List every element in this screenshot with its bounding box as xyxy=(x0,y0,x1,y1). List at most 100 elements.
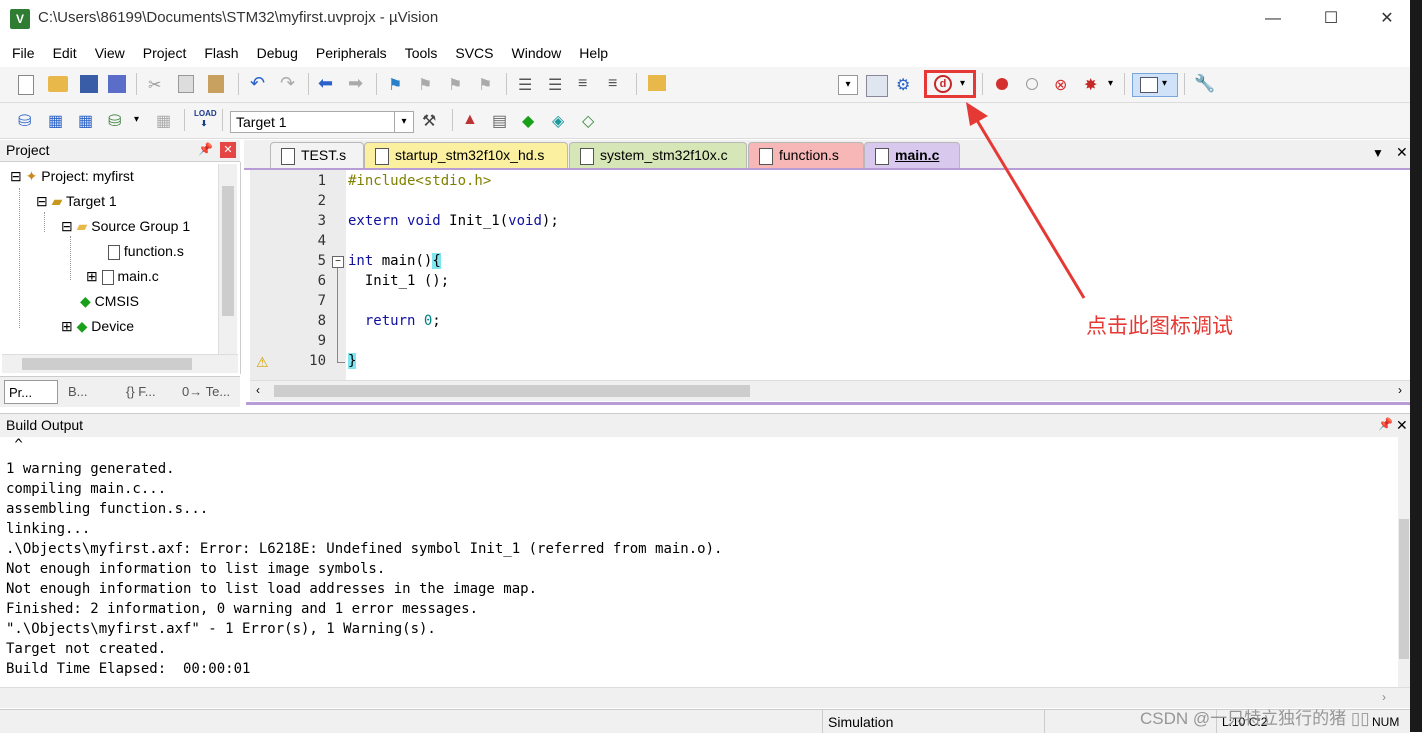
scrollbar-thumb[interactable] xyxy=(1399,519,1409,659)
new-file-icon[interactable] xyxy=(18,75,34,95)
scroll-right-icon[interactable]: › xyxy=(1398,383,1402,397)
tree-item-project[interactable]: ⊟ ✦ Project: myfirst xyxy=(10,168,134,185)
undo-icon[interactable]: ↶ xyxy=(250,73,270,93)
scroll-right-icon[interactable]: › xyxy=(1382,690,1386,704)
tree-horizontal-scrollbar[interactable] xyxy=(2,354,238,373)
nav-back-icon[interactable]: ⬅ xyxy=(318,73,338,93)
editor-tab-function-s[interactable]: function.s xyxy=(748,142,864,168)
menu-edit[interactable]: Edit xyxy=(47,40,83,66)
bookmark-prev-icon[interactable]: ⚑ xyxy=(418,75,438,95)
build-output-close-icon[interactable]: ✕ xyxy=(1396,417,1408,434)
tree-vertical-scrollbar[interactable] xyxy=(218,164,237,354)
comment-icon[interactable]: ≡ xyxy=(578,75,598,95)
pin-icon[interactable]: 📌 xyxy=(198,142,213,156)
save-icon[interactable] xyxy=(80,75,98,93)
menu-peripherals[interactable]: Peripherals xyxy=(310,40,393,66)
window-layout-dropdown-icon[interactable]: ▾ xyxy=(1162,75,1182,95)
batch-build-dropdown-icon[interactable]: ▾ xyxy=(134,111,154,131)
maximize-button[interactable]: ☐ xyxy=(1308,6,1354,32)
cut-icon[interactable]: ✂ xyxy=(148,75,168,95)
menu-file[interactable]: File xyxy=(6,40,41,66)
tree-item-source-group[interactable]: ⊟ ▰ Source Group 1 xyxy=(61,218,190,235)
copy-icon[interactable] xyxy=(178,75,194,93)
tab-books[interactable]: B... xyxy=(64,380,118,404)
fold-collapse-icon[interactable]: − xyxy=(332,256,344,268)
tree-label: CMSIS xyxy=(94,293,140,309)
editor-horizontal-scrollbar[interactable]: ‹ › xyxy=(250,380,1410,401)
wrench-icon[interactable]: 🔧 xyxy=(1194,74,1215,94)
save-all-icon[interactable] xyxy=(108,75,126,93)
menu-svcs[interactable]: SVCS xyxy=(449,40,499,66)
breakpoint-dropdown-arrow-icon[interactable]: ▾ xyxy=(1108,75,1128,95)
manage-rte-icon[interactable]: ◆ xyxy=(522,111,542,131)
build-icon[interactable]: ▦ xyxy=(48,111,68,131)
select-software-packs-icon[interactable]: ▤ xyxy=(492,111,512,131)
minimize-button[interactable]: — xyxy=(1250,6,1296,32)
menu-tools[interactable]: Tools xyxy=(399,40,444,66)
tree-expander[interactable]: ⊟ xyxy=(36,193,48,209)
find-in-files-icon[interactable] xyxy=(648,75,666,91)
batch-build-icon[interactable]: ⛁ xyxy=(108,111,128,131)
tree-item-device[interactable]: ⊞ ◆ Device xyxy=(61,318,134,335)
tab-project[interactable]: Pr... xyxy=(4,380,58,404)
editor-tab-main-c[interactable]: main.c xyxy=(864,142,960,168)
tab-list-dropdown-icon[interactable]: ▼ xyxy=(1372,146,1384,160)
scroll-left-icon[interactable]: ‹ xyxy=(256,383,260,397)
uncomment-icon[interactable]: ≡ xyxy=(608,75,628,95)
scrollbar-thumb[interactable] xyxy=(222,186,234,316)
editor-tab-system[interactable]: system_stm32f10x.c xyxy=(569,142,747,168)
multi-project-icon[interactable]: ◇ xyxy=(582,111,602,131)
editor-close-icon[interactable]: ✕ xyxy=(1396,144,1408,161)
code-line-10: } xyxy=(348,353,357,369)
menu-view[interactable]: View xyxy=(89,40,131,66)
redo-icon[interactable]: ↷ xyxy=(280,73,300,93)
find-dropdown[interactable]: ▾ xyxy=(838,75,858,95)
bookmark-next-icon[interactable]: ⚑ xyxy=(448,75,468,95)
indent-icon[interactable]: ☰ xyxy=(518,75,538,95)
scrollbar-thumb[interactable] xyxy=(274,385,750,397)
incremental-find-icon[interactable] xyxy=(866,75,888,97)
code-line-8: return 0; xyxy=(348,313,441,329)
menu-window[interactable]: Window xyxy=(506,40,568,66)
target-select[interactable]: Target 1 ▾ xyxy=(230,111,414,133)
bookmark-clear-icon[interactable]: ⚑ xyxy=(478,75,498,95)
unindent-icon[interactable]: ☰ xyxy=(548,75,568,95)
tab-functions[interactable]: {} F... xyxy=(122,380,176,404)
options-for-target-icon[interactable]: ⚒ xyxy=(422,111,442,131)
tab-templates[interactable]: 0→ Te... xyxy=(178,380,238,404)
manage-project-items-icon[interactable]: ▲ xyxy=(462,111,482,131)
tree-expander[interactable]: ⊟ xyxy=(61,218,73,234)
insert-breakpoint-icon[interactable] xyxy=(996,78,1008,90)
tree-item-main-c[interactable]: ⊞ main.c xyxy=(86,268,159,285)
open-folder-icon[interactable] xyxy=(48,76,68,92)
download-load-icon[interactable]: LOAD ⬇ xyxy=(194,109,217,129)
editor-tab-startup[interactable]: startup_stm32f10x_hd.s xyxy=(364,142,568,168)
build-output-vertical-scrollbar[interactable] xyxy=(1398,437,1410,687)
stop-build-icon[interactable]: ▦ xyxy=(156,111,176,131)
pin-icon[interactable]: 📌 xyxy=(1378,417,1393,431)
build-output-text[interactable]: ^ 1 warning generated. compiling main.c.… xyxy=(0,437,1398,687)
enable-breakpoint-icon[interactable] xyxy=(1026,78,1038,90)
target-select-arrow-icon[interactable]: ▾ xyxy=(394,112,413,132)
tree-expander[interactable]: ⊞ xyxy=(86,268,98,284)
close-button[interactable]: ✕ xyxy=(1364,6,1410,32)
nav-forward-icon[interactable]: ➡ xyxy=(348,73,368,93)
scrollbar-thumb[interactable] xyxy=(22,358,192,370)
tree-expander[interactable]: ⊟ xyxy=(10,168,22,184)
bookmark-icon[interactable]: ⚑ xyxy=(388,75,408,95)
tree-item-cmsis[interactable]: ◆ CMSIS xyxy=(80,293,139,310)
configuration-icon[interactable]: ⚙ xyxy=(896,75,916,95)
menu-flash[interactable]: Flash xyxy=(198,40,244,66)
rebuild-icon[interactable]: ▦ xyxy=(78,111,98,131)
tree-item-target[interactable]: ⊟ ▰ Target 1 xyxy=(36,193,117,210)
menu-debug[interactable]: Debug xyxy=(251,40,304,66)
menu-help[interactable]: Help xyxy=(573,40,614,66)
editor-tab-test-s[interactable]: TEST.s xyxy=(270,142,364,168)
menu-project[interactable]: Project xyxy=(137,40,193,66)
project-panel-close-icon[interactable]: ✕ xyxy=(220,142,236,158)
translate-icon[interactable]: ⛁ xyxy=(18,111,38,131)
pack-installer-icon[interactable]: ◈ xyxy=(552,111,572,131)
tree-item-function-s[interactable]: function.s xyxy=(108,243,184,260)
paste-icon[interactable] xyxy=(208,75,224,93)
tree-expander[interactable]: ⊞ xyxy=(61,318,73,334)
